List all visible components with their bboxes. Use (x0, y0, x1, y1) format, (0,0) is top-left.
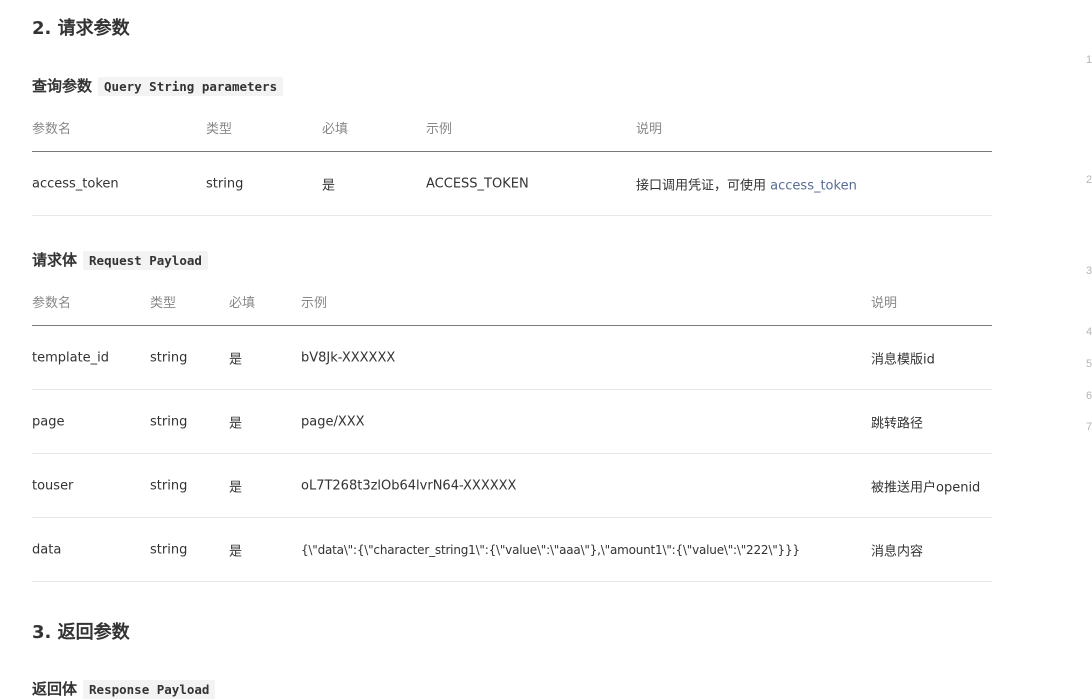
table-row: access_token string 是 ACCESS_TOKEN 接口调用凭… (32, 152, 992, 216)
param-required: 是 (229, 544, 243, 559)
param-example: ACCESS_TOKEN (426, 176, 529, 191)
param-example: page/XXX (301, 414, 365, 429)
query-params-title: 查询参数 (32, 77, 93, 95)
table-row: page string 是 page/XXX 跳转路径 (32, 390, 992, 454)
outline-number: 5 (1086, 358, 1092, 370)
param-example: {\"data\":{\"character_string1\":{\"valu… (301, 542, 800, 557)
outline-number: 6 (1086, 390, 1092, 402)
request-payload-table: 参数名 类型 必填 示例 说明 template_id string 是 bV8… (32, 278, 992, 582)
header-type: 类型 (150, 296, 177, 311)
query-params-code: Query String parameters (98, 77, 284, 96)
header-example: 示例 (426, 122, 453, 137)
header-required: 必填 (322, 122, 349, 137)
query-params-table: 参数名 类型 必填 示例 说明 access_token string 是 AC… (32, 104, 992, 216)
request-payload-title: 请求体 (32, 251, 78, 269)
param-type: string (150, 478, 188, 493)
param-description: 被推送用户openid (871, 480, 981, 495)
header-name: 参数名 (32, 296, 72, 311)
param-description: 消息模版id (871, 352, 935, 367)
param-required: 是 (229, 480, 243, 495)
access-token-link[interactable]: access_token (770, 178, 857, 193)
table-row: data string 是 {\"data\":{\"character_str… (32, 518, 992, 582)
param-name: data (32, 542, 62, 557)
response-payload-heading: 返回体 Response Payload (32, 678, 216, 699)
outline-number: 7 (1086, 421, 1092, 433)
request-payload-code: Request Payload (83, 251, 208, 270)
param-type: string (150, 350, 188, 365)
param-name: touser (32, 478, 74, 493)
param-description: 接口调用凭证，可使用 access_token (636, 174, 857, 193)
param-description: 跳转路径 (871, 416, 924, 431)
param-type: string (150, 542, 188, 557)
header-example: 示例 (301, 296, 328, 311)
header-type: 类型 (206, 122, 233, 137)
section-title-request-params: 2. 请求参数 (32, 18, 130, 39)
param-required: 是 (229, 352, 243, 367)
response-payload-code: Response Payload (83, 680, 216, 699)
response-payload-title: 返回体 (32, 680, 78, 698)
request-payload-heading: 请求体 Request Payload (32, 249, 208, 270)
param-description-text: 接口调用凭证，可使用 (636, 178, 767, 193)
param-type: string (150, 414, 188, 429)
header-description: 说明 (636, 122, 663, 137)
payload-table-header: 参数名 类型 必填 示例 说明 (32, 278, 992, 326)
query-table-header: 参数名 类型 必填 示例 说明 (32, 104, 992, 152)
param-type: string (206, 176, 244, 191)
outline-number: 2 (1086, 174, 1092, 186)
param-description: 消息内容 (871, 544, 924, 559)
param-required: 是 (322, 178, 336, 193)
query-params-heading: 查询参数 Query String parameters (32, 75, 284, 96)
param-example: oL7T268t3zlOb64lvrN64-XXXXXX (301, 478, 517, 493)
param-name: template_id (32, 350, 110, 365)
param-example: bV8Jk-XXXXXX (301, 350, 396, 365)
param-name: page (32, 414, 65, 429)
param-name: access_token (32, 176, 119, 191)
outline-number: 1 (1086, 54, 1092, 66)
section-title-response-params: 3. 返回参数 (32, 622, 130, 643)
outline-number: 4 (1086, 326, 1092, 338)
param-required: 是 (229, 416, 243, 431)
header-name: 参数名 (32, 122, 72, 137)
table-row: template_id string 是 bV8Jk-XXXXXX 消息模版id (32, 326, 992, 390)
outline-number: 3 (1086, 265, 1092, 277)
header-description: 说明 (871, 296, 898, 311)
header-required: 必填 (229, 296, 256, 311)
table-row: touser string 是 oL7T268t3zlOb64lvrN64-XX… (32, 454, 992, 518)
